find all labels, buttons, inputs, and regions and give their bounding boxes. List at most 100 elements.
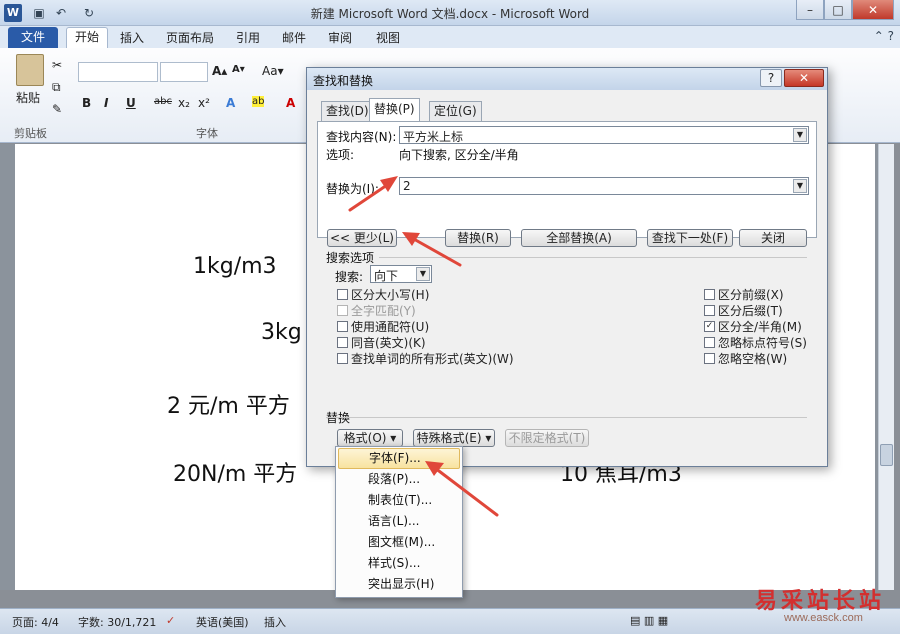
special-button[interactable]: 特殊格式(E) ▾ [413, 429, 495, 447]
menu-item-tabs[interactable]: 制表位(T)... [338, 490, 460, 511]
ignore-punctuation-label[interactable]: 忽略标点符号(S) [718, 334, 807, 351]
menu-item-style[interactable]: 样式(S)... [338, 553, 460, 574]
help-icon[interactable]: ⌃ ? [874, 29, 894, 43]
tab-insert[interactable]: 插入 [120, 29, 144, 48]
strikethrough-icon[interactable]: abc [154, 96, 172, 107]
menu-item-paragraph[interactable]: 段落(P)... [338, 469, 460, 490]
doc-line: 3kg [261, 320, 302, 345]
font-size-combo[interactable] [160, 62, 208, 82]
match-width-label[interactable]: 区分全/半角(M) [718, 318, 802, 335]
superscript-icon[interactable]: x² [198, 96, 210, 110]
tab-replace[interactable]: 替换(P) [369, 98, 420, 121]
all-word-forms-checkbox[interactable] [337, 353, 348, 364]
maximize-button[interactable]: □ [824, 0, 852, 20]
search-direction-select[interactable]: 向下 ▼ [370, 265, 432, 283]
match-prefix-label[interactable]: 区分前缀(X) [718, 286, 784, 303]
title-bar: W ▣ ↶ ↻ 新建 Microsoft Word 文档.docx - Micr… [0, 0, 900, 26]
ignore-whitespace-label[interactable]: 忽略空格(W) [718, 350, 787, 367]
font-group-label: 字体 [196, 127, 218, 140]
highlight-icon[interactable]: ab [252, 96, 265, 107]
window-title: 新建 Microsoft Word 文档.docx - Microsoft Wo… [310, 7, 590, 21]
scroll-thumb[interactable] [880, 444, 893, 466]
tab-review[interactable]: 审阅 [328, 29, 352, 48]
insert-mode[interactable]: 插入 [264, 614, 286, 630]
format-painter-icon[interactable]: ✎ [52, 102, 62, 116]
window-close-button[interactable]: ✕ [852, 0, 894, 20]
match-case-label[interactable]: 区分大小写(H) [351, 286, 429, 303]
replace-button[interactable]: 替换(R) [445, 229, 511, 247]
find-input[interactable]: 平方米上标 ▼ [399, 126, 809, 144]
dialog-title: 查找和替换 [313, 74, 374, 88]
page-count[interactable]: 页面: 4/4 [12, 614, 59, 630]
text-effects-icon[interactable]: A [226, 96, 235, 110]
vertical-scrollbar[interactable] [878, 144, 894, 590]
ignore-punctuation-checkbox[interactable] [704, 337, 715, 348]
search-direction-value: 向下 [374, 269, 399, 283]
change-case-icon[interactable]: Aa▾ [262, 64, 284, 78]
tab-references[interactable]: 引用 [236, 29, 260, 48]
menu-item-frame[interactable]: 图文框(M)... [338, 532, 460, 553]
ribbon-tab-row: 文件 开始 插入 页面布局 引用 邮件 审阅 视图 ⌃ ? [0, 26, 900, 48]
format-button[interactable]: 格式(O) ▾ [337, 429, 403, 447]
format-dropdown-menu: 字体(F)... 段落(P)... 制表位(T)... 语言(L)... 图文框… [335, 446, 463, 598]
search-direction-label: 搜索: [335, 270, 364, 284]
tab-view[interactable]: 视图 [376, 29, 400, 48]
match-width-checkbox[interactable]: ✓ [704, 321, 715, 332]
close-button[interactable]: 关闭 [739, 229, 807, 247]
watermark-logo: 易采站长站 [755, 588, 886, 614]
tab-page-layout[interactable]: 页面布局 [166, 29, 214, 48]
word-count[interactable]: 字数: 30/1,721 [78, 614, 156, 630]
replace-label: 替换为(I): [326, 182, 379, 196]
wildcards-checkbox[interactable] [337, 321, 348, 332]
grow-font-icon[interactable]: A▴ [212, 64, 227, 78]
dialog-titlebar[interactable]: 查找和替换 ? ✕ [307, 68, 827, 90]
italic-icon[interactable]: I [104, 96, 108, 110]
sounds-like-label[interactable]: 同音(英文)(K) [351, 334, 426, 351]
font-name-combo[interactable] [78, 62, 158, 82]
language-status[interactable]: 英语(美国) [196, 614, 249, 630]
bold-icon[interactable]: B [82, 96, 91, 110]
copy-icon[interactable]: ⧉ [52, 80, 61, 95]
menu-item-font[interactable]: 字体(F)... [338, 448, 460, 469]
less-button[interactable]: << 更少(L) [327, 229, 397, 247]
chevron-down-icon[interactable]: ▼ [793, 179, 807, 193]
minimize-button[interactable]: – [796, 0, 824, 20]
subscript-icon[interactable]: x₂ [178, 96, 190, 110]
find-value: 平方米上标 [403, 130, 464, 144]
chevron-down-icon[interactable]: ▼ [793, 128, 807, 142]
whole-word-checkbox [337, 305, 348, 316]
font-color-icon[interactable]: A [286, 96, 295, 110]
dialog-close-button[interactable]: ✕ [784, 69, 824, 87]
dialog-help-button[interactable]: ? [760, 69, 782, 87]
tab-mailings[interactable]: 邮件 [282, 29, 306, 48]
find-label: 查找内容(N): [326, 130, 397, 144]
match-suffix-label[interactable]: 区分后缀(T) [718, 302, 783, 319]
tab-goto[interactable]: 定位(G) [429, 101, 482, 121]
find-next-button[interactable]: 查找下一处(F) [647, 229, 733, 247]
whole-word-label: 全字匹配(Y) [351, 304, 416, 318]
ignore-whitespace-checkbox[interactable] [704, 353, 715, 364]
view-buttons-icon[interactable]: ▤ ▥ ▦ [630, 614, 668, 627]
menu-item-highlight[interactable]: 突出显示(H) [338, 574, 460, 595]
sounds-like-checkbox[interactable] [337, 337, 348, 348]
replace-all-button[interactable]: 全部替换(A) [521, 229, 637, 247]
wildcards-label[interactable]: 使用通配符(U) [351, 318, 429, 335]
replace-input[interactable]: 2 ▼ [399, 177, 809, 195]
underline-icon[interactable]: U [126, 96, 136, 110]
paste-label[interactable]: 粘贴 [16, 89, 40, 106]
match-case-checkbox[interactable] [337, 289, 348, 300]
shrink-font-icon[interactable]: A▾ [232, 64, 245, 75]
paste-icon[interactable] [16, 54, 44, 86]
divider [379, 257, 807, 258]
match-suffix-checkbox[interactable] [704, 305, 715, 316]
search-options-title: 搜索选项 [326, 251, 375, 265]
match-prefix-checkbox[interactable] [704, 289, 715, 300]
all-word-forms-label[interactable]: 查找单词的所有形式(英文)(W) [351, 350, 514, 367]
cut-icon[interactable]: ✂ [52, 58, 62, 72]
tab-find[interactable]: 查找(D) [321, 101, 374, 121]
chevron-down-icon[interactable]: ▼ [416, 267, 430, 281]
menu-item-language[interactable]: 语言(L)... [338, 511, 460, 532]
tab-home[interactable]: 开始 [66, 27, 109, 48]
tab-file[interactable]: 文件 [8, 27, 58, 48]
proofing-icon[interactable]: ✓ [166, 614, 175, 627]
